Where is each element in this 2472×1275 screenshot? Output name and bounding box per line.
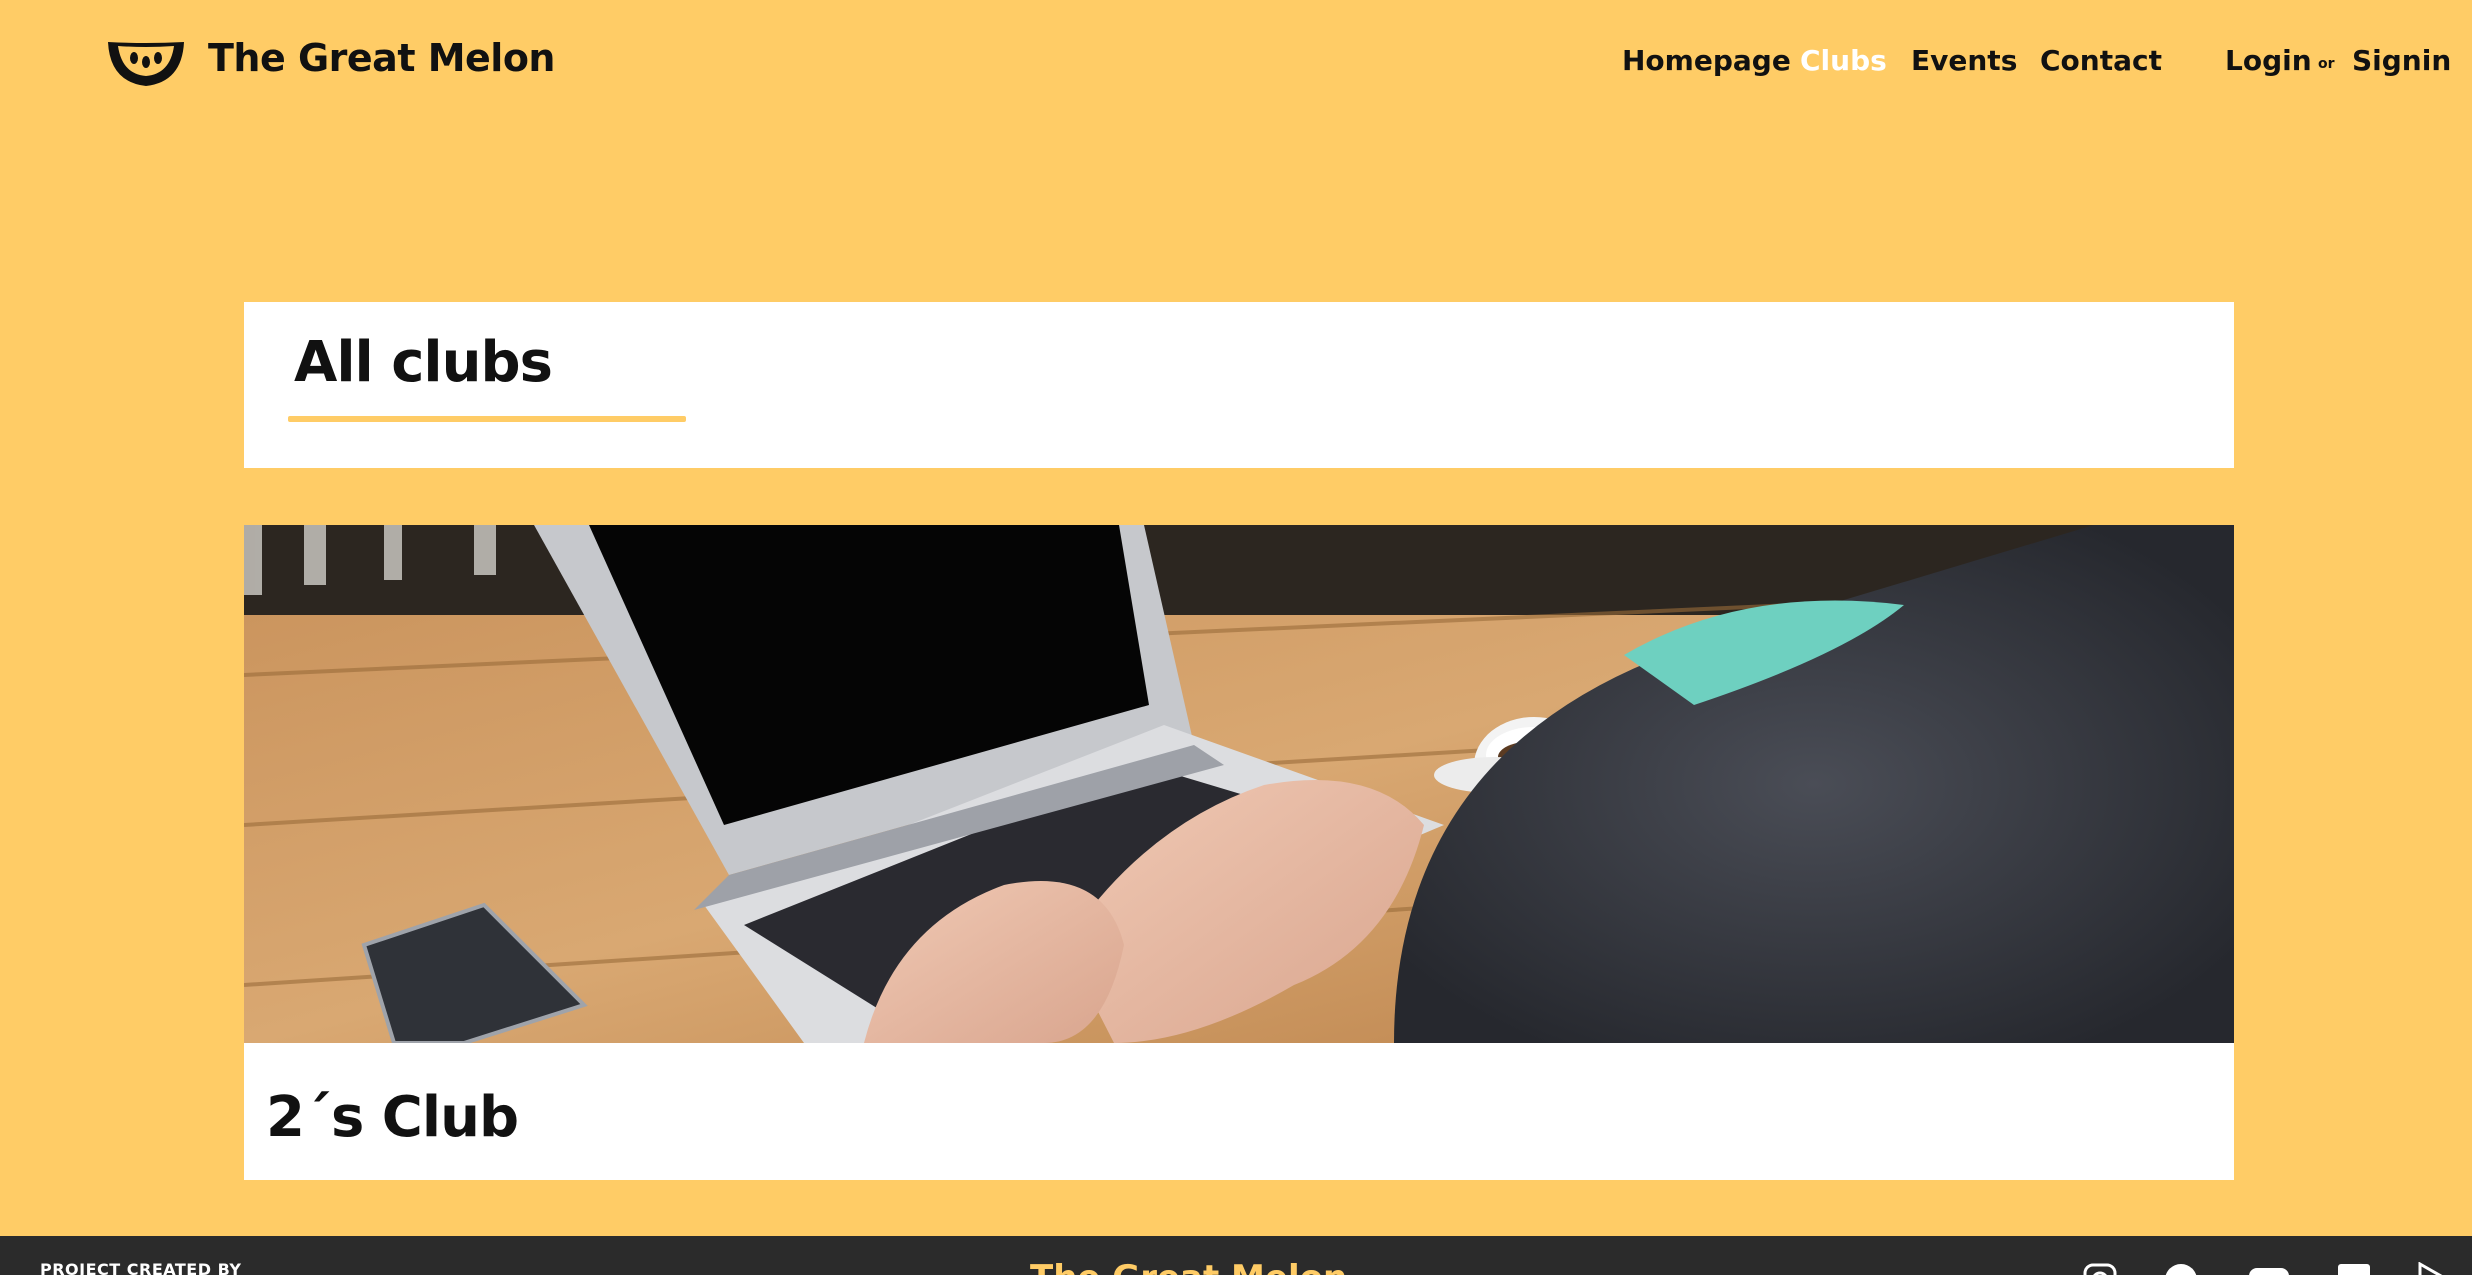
club-card[interactable]: 2´s Club: [244, 525, 2234, 1180]
youtube-icon[interactable]: [2247, 1262, 2291, 1275]
footer-credit: PROJECT CREATED BY: [40, 1260, 242, 1275]
linkedin-icon[interactable]: [2336, 1262, 2372, 1275]
instagram-icon[interactable]: [2082, 1262, 2118, 1275]
page-title-card: All clubs: [244, 302, 2234, 468]
nav-events[interactable]: Events: [1911, 44, 2017, 77]
signin-link[interactable]: Signin: [2352, 44, 2451, 77]
site-header: The Great Melon Homepage Clubs Events Co…: [0, 0, 2472, 130]
page-title: All clubs: [294, 330, 553, 395]
or-separator: or: [2318, 56, 2335, 72]
login-link[interactable]: Login: [2225, 44, 2312, 77]
club-name[interactable]: 2´s Club: [266, 1085, 519, 1150]
nav-homepage[interactable]: Homepage: [1622, 44, 1791, 77]
club-image-laptop[interactable]: [244, 525, 2234, 1043]
pinterest-icon[interactable]: [2163, 1262, 2199, 1275]
main-nav: Homepage Clubs Events Contact Login or S…: [0, 44, 2472, 84]
nav-clubs[interactable]: Clubs: [1800, 44, 1887, 77]
site-footer: PROJECT CREATED BY The Great Melon: [0, 1236, 2472, 1275]
nav-contact[interactable]: Contact: [2040, 44, 2162, 77]
footer-brand[interactable]: The Great Melon: [1030, 1258, 1347, 1275]
google-play-icon[interactable]: [2416, 1262, 2452, 1275]
title-underline: [288, 416, 686, 422]
